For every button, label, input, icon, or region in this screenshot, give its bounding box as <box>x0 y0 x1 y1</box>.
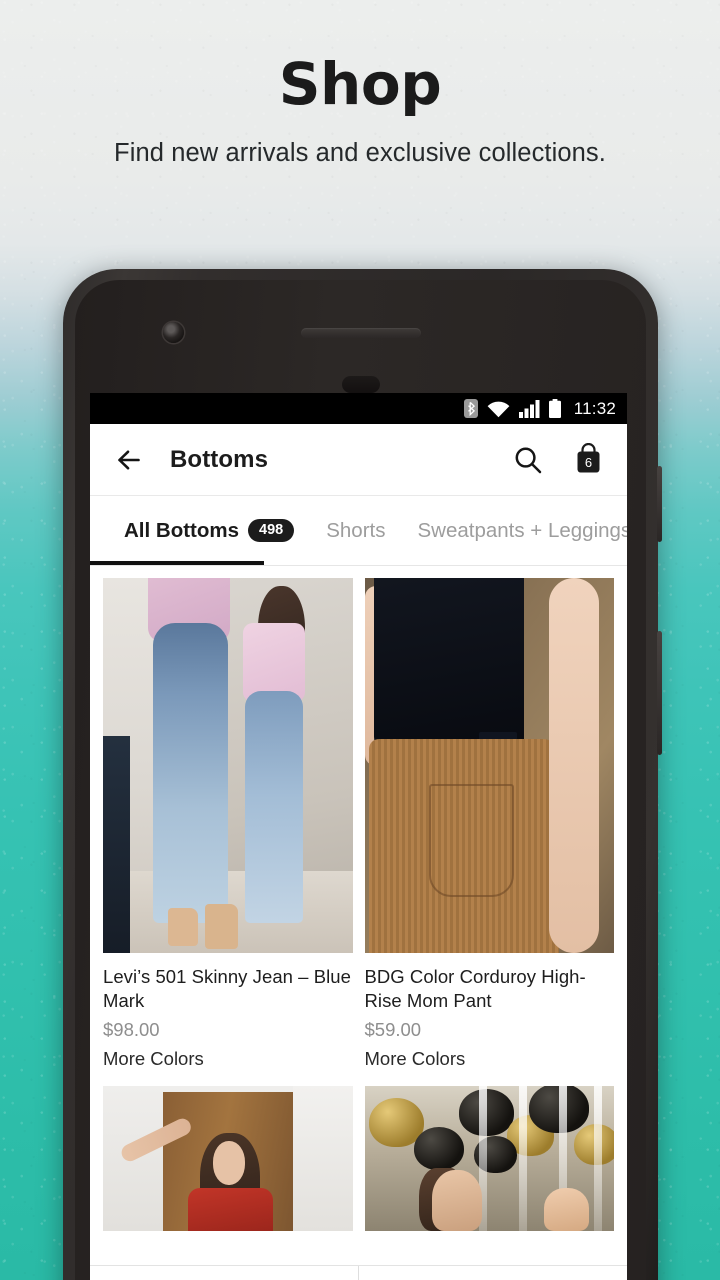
product-card[interactable]: BDG Color Corduroy High-Rise Mom Pant $5… <box>364 578 615 1086</box>
product-title: Levi’s 501 Skinny Jean – Blue Mark <box>103 966 351 1011</box>
tab-shorts-label: Shorts <box>326 518 386 542</box>
product-more-colors[interactable]: More Colors <box>103 1048 353 1070</box>
proximity-sensor-icon <box>341 376 380 393</box>
app-bar-title: Bottoms <box>170 445 269 473</box>
status-time: 11:32 <box>573 398 616 418</box>
app-bar: Bottoms 6 <box>90 424 627 496</box>
status-bar: 11:32 <box>90 393 627 424</box>
product-meta: BDG Color Corduroy High-Rise Mom Pant $5… <box>365 965 615 1086</box>
product-card[interactable] <box>364 1086 614 1232</box>
tab-all-bottoms[interactable]: All Bottoms 498 <box>108 496 310 565</box>
tab-sweatpants-leggings[interactable]: Sweatpants + Leggings <box>401 496 627 565</box>
earpiece-speaker-icon <box>300 328 421 338</box>
product-image[interactable] <box>103 578 353 953</box>
product-grid-scroll[interactable]: Levi’s 501 Skinny Jean – Blue Mark $98.0… <box>90 566 627 1273</box>
product-price: $98.00 <box>103 1019 160 1041</box>
sort-button[interactable]: Sort <box>90 1266 358 1280</box>
product-image[interactable] <box>364 1086 614 1232</box>
product-card[interactable]: Levi’s 501 Skinny Jean – Blue Mark $98.0… <box>103 578 353 1086</box>
front-camera-icon <box>163 322 184 343</box>
wifi-icon <box>487 400 510 418</box>
product-title: BDG Color Corduroy High-Rise Mom Pant <box>364 966 586 1011</box>
product-price: $59.00 <box>364 1019 422 1041</box>
sort-filter-bar: Sort Filter <box>90 1265 627 1280</box>
hero-header: Shop Find new arrivals and exclusive col… <box>0 0 720 168</box>
page-title: Shop <box>278 50 442 118</box>
tab-shorts[interactable]: Shorts <box>310 496 401 565</box>
active-tab-underline <box>90 561 264 565</box>
bag-count-badge: 6 <box>584 455 593 470</box>
product-image[interactable] <box>364 578 614 953</box>
category-tabs: All Bottoms 498 Shorts Sweatpants + Legg… <box>90 496 627 566</box>
tab-all-bottoms-badge: 498 <box>248 518 295 543</box>
product-more-colors[interactable]: More Colors <box>365 1048 615 1070</box>
product-grid: Levi’s 501 Skinny Jean – Blue Mark $98.0… <box>90 566 627 1232</box>
status-icons <box>463 399 561 418</box>
shopping-bag-icon[interactable]: 6 <box>572 442 605 476</box>
tab-all-bottoms-label: All Bottoms <box>124 518 240 542</box>
product-meta: Levi’s 501 Skinny Jean – Blue Mark $98.0… <box>103 965 353 1086</box>
tab-sweatpants-leggings-label: Sweatpants + Leggings <box>417 518 627 542</box>
power-button[interactable] <box>657 466 662 542</box>
app-bar-actions: 6 <box>513 442 605 476</box>
search-icon[interactable] <box>513 445 543 475</box>
battery-icon <box>548 399 561 418</box>
volume-button[interactable] <box>657 631 662 755</box>
page-subtitle: Find new arrivals and exclusive collecti… <box>114 139 606 167</box>
bluetooth-icon <box>463 399 478 418</box>
back-arrow-icon[interactable] <box>112 443 146 477</box>
product-image[interactable] <box>103 1086 353 1232</box>
product-card[interactable] <box>103 1086 353 1232</box>
phone-mockup: 11:32 Bottoms 6 All Bottoms 498 Shorts S… <box>63 269 662 1280</box>
phone-screen: 11:32 Bottoms 6 All Bottoms 498 Shorts S… <box>90 393 627 1280</box>
cellular-signal-icon <box>518 400 540 418</box>
filter-button[interactable]: Filter <box>359 1266 627 1280</box>
